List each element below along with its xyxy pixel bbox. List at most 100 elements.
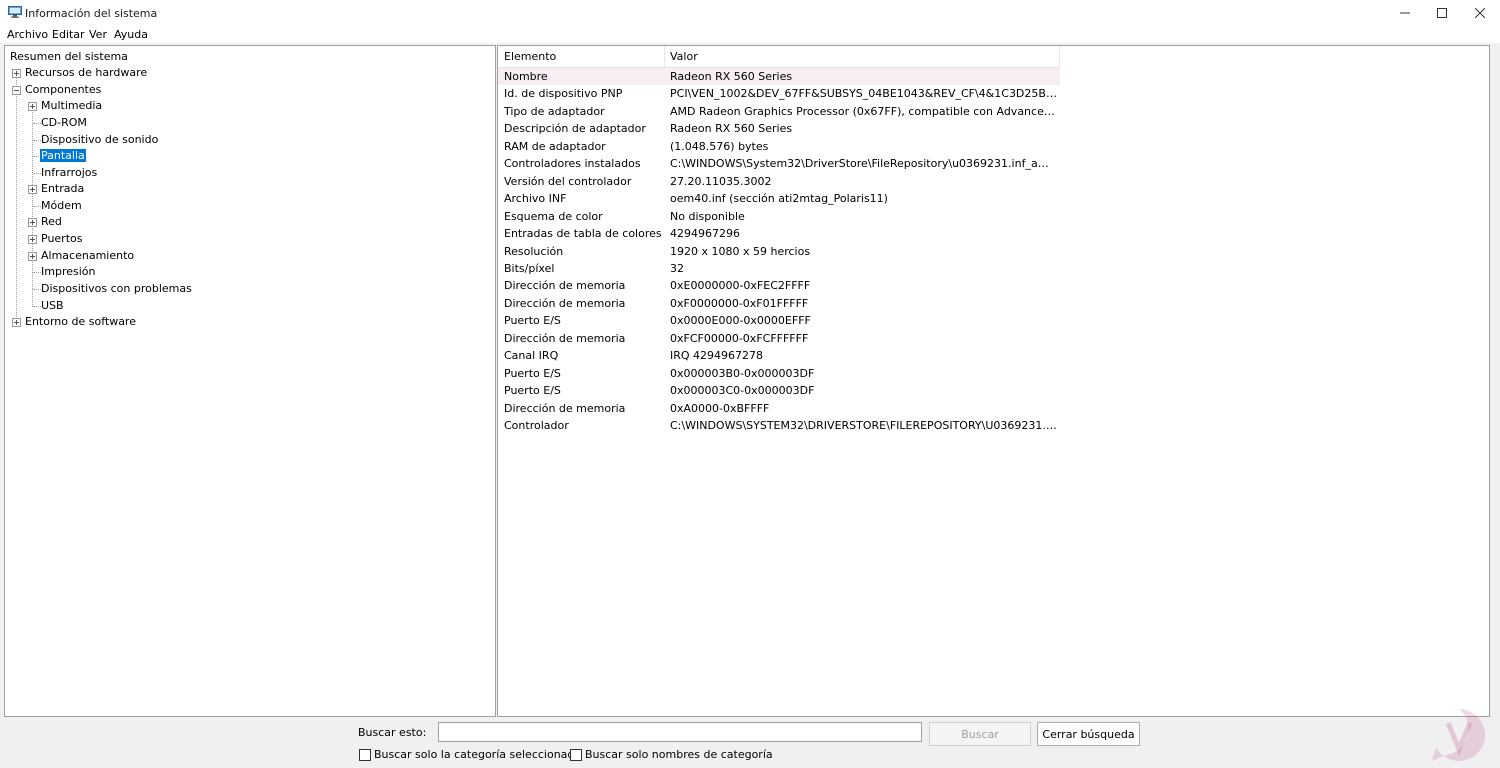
tree-item-modem[interactable]: Módem — [40, 198, 83, 214]
tree-item-usb[interactable]: USB — [40, 298, 65, 314]
tree-root[interactable]: Resumen del sistema — [9, 49, 129, 65]
cell-elemento: Bits/píxel — [504, 261, 555, 275]
tree-label: Dispositivo de sonido — [41, 133, 159, 146]
tree-item-entorno-software[interactable]: Entorno de software — [24, 314, 137, 330]
tree-label: Componentes — [25, 83, 102, 96]
cell-valor: Radeon RX 560 Series — [670, 70, 793, 83]
table-row[interactable]: Bits/píxel 32 — [498, 260, 1060, 277]
column-header-label: Valor — [670, 50, 698, 63]
tree-item-componentes[interactable]: Componentes — [24, 82, 102, 98]
cell-elemento: Id. de dispositivo PNP — [504, 87, 623, 101]
cell-elemento: Dirección de memoria — [504, 331, 626, 345]
cell-elemento: Descripción de adaptador — [504, 122, 646, 136]
close-icon — [1475, 8, 1485, 18]
table-row[interactable]: Tipo de adaptador AMD Radeon Graphics Pro… — [498, 103, 1060, 120]
tree-item-puertos[interactable]: Puertos — [40, 231, 83, 247]
menu-ayuda[interactable]: Ayuda — [114, 28, 148, 41]
table-row[interactable]: Resolución 1920 x 1080 x 59 hercios — [498, 243, 1060, 260]
table-row[interactable]: Canal IRQ IRQ 4294967278 — [498, 347, 1060, 364]
table-row[interactable]: Puerto E/S 0x0000E000-0x0000EFFF — [498, 312, 1060, 329]
tree-item-entrada[interactable]: Entrada — [40, 181, 85, 197]
tree-item-pantalla[interactable]: Pantalla — [40, 148, 86, 164]
close-button[interactable] — [1461, 0, 1499, 26]
table-row[interactable]: Entradas de tabla de colores 4294967296 — [498, 225, 1060, 242]
search-category-checkbox[interactable]: Buscar solo la categoría seleccionada — [359, 748, 581, 761]
menu-ver[interactable]: Ver — [89, 28, 107, 41]
cell-elemento: RAM de adaptador — [504, 139, 606, 153]
tree-item-recursos-hardware[interactable]: Recursos de hardware — [24, 65, 148, 81]
search-input[interactable] — [438, 722, 922, 742]
tree-item-impresion[interactable]: Impresión — [40, 264, 96, 280]
column-header-valor[interactable]: Valor — [665, 46, 1060, 68]
table-row[interactable]: Controlador C:\WINDOWS\SYSTEM32\DRIVERSTO… — [498, 417, 1060, 434]
collapse-minus-icon[interactable] — [12, 86, 21, 95]
table-row[interactable]: Puerto E/S 0x000003C0-0x000003DF — [498, 382, 1060, 399]
table-row[interactable]: Descripción de adaptador Radeon RX 560 Se… — [498, 120, 1060, 137]
search-button[interactable]: Buscar — [929, 722, 1031, 746]
checkbox-label: Buscar solo nombres de categoría — [585, 748, 773, 761]
expand-plus-icon[interactable] — [28, 252, 37, 261]
tree-item-red[interactable]: Red — [40, 214, 63, 230]
tree-item-dispositivo-sonido[interactable]: Dispositivo de sonido — [40, 132, 159, 148]
table-row[interactable]: Dirección de memoria 0xFCF00000-0xFCFFFFF… — [498, 330, 1060, 347]
cell-elemento: Canal IRQ — [504, 349, 559, 363]
cell-valor: 0x000003C0-0x000003DF — [670, 384, 815, 398]
title-bar: Información del sistema — [0, 0, 1500, 26]
tree-label: Impresión — [41, 265, 96, 278]
table-row[interactable]: Archivo INF oem40.inf (sección ati2mtag_P… — [498, 190, 1060, 207]
tree-connector — [16, 77, 17, 323]
tree-item-multimedia[interactable]: Multimedia — [40, 98, 103, 114]
table-row[interactable]: Versión del controlador 27.20.11035.3002 — [498, 173, 1060, 190]
cell-valor: Radeon RX 560 Series — [670, 122, 793, 136]
table-row[interactable]: Esquema de color No disponible — [498, 208, 1060, 225]
expand-plus-icon[interactable] — [28, 185, 37, 194]
table-row[interactable]: Dirección de memoria 0xF0000000-0xF01FFFF… — [498, 295, 1060, 312]
minimize-button[interactable] — [1386, 0, 1424, 26]
cell-elemento: Tipo de adaptador — [504, 104, 605, 118]
tree-label: Recursos de hardware — [25, 66, 148, 79]
tree-label: Dispositivos con problemas — [41, 282, 192, 295]
cell-valor: 0x0000E000-0x0000EFFF — [670, 314, 811, 328]
expand-plus-icon[interactable] — [28, 102, 37, 111]
category-tree[interactable]: Resumen del sistema Recursos de hardware… — [4, 45, 496, 717]
cell-valor: (1.048.576) bytes — [670, 139, 769, 153]
table-row[interactable]: Nombre Radeon RX 560 Series — [498, 68, 1060, 85]
table-row[interactable]: Id. de dispositivo PNP PCI\VEN_1002&DEV_6… — [498, 85, 1060, 102]
cell-valor: 0xFCF00000-0xFCFFFFFF — [670, 331, 809, 345]
tree-item-cd-rom[interactable]: CD-ROM — [40, 115, 88, 131]
expand-plus-icon[interactable] — [28, 218, 37, 227]
maximize-button[interactable] — [1423, 0, 1461, 26]
tree-label: USB — [41, 299, 64, 312]
table-row[interactable]: Dirección de memoria 0xA0000-0xBFFFF — [498, 400, 1060, 417]
table-row[interactable]: Dirección de memoria 0xE0000000-0xFEC2FFF… — [498, 277, 1060, 294]
search-bar: Buscar esto: Buscar Cerrar búsqueda Busc… — [0, 718, 1500, 768]
column-header-elemento[interactable]: Elemento — [498, 46, 665, 68]
table-row[interactable]: RAM de adaptador (1.048.576) bytes — [498, 138, 1060, 155]
checkbox-box[interactable] — [570, 748, 582, 761]
checkbox-label: Buscar solo la categoría seleccionada — [374, 748, 582, 761]
search-label: Buscar esto: — [358, 726, 427, 739]
menu-archivo[interactable]: Archivo — [7, 28, 48, 41]
menu-bar: Archivo Editar Ver Ayuda — [0, 26, 1500, 43]
cell-valor: oem40.inf (sección ati2mtag_Polaris11) — [670, 192, 888, 206]
table-row[interactable]: Controladores instalados C:\WINDOWS\Syste… — [498, 155, 1060, 172]
close-search-button[interactable]: Cerrar búsqueda — [1037, 722, 1140, 746]
cell-elemento: Puerto E/S — [504, 384, 561, 398]
cell-valor: C:\WINDOWS\SYSTEM32\DRIVERSTORE\FILEREPO… — [670, 419, 1058, 432]
tree-item-dispositivos-problemas[interactable]: Dispositivos con problemas — [40, 281, 193, 297]
expand-plus-icon[interactable] — [28, 235, 37, 244]
expand-plus-icon[interactable] — [12, 69, 21, 78]
checkbox-box[interactable] — [359, 748, 371, 761]
tree-label: Red — [41, 215, 62, 228]
menu-editar[interactable]: Editar — [52, 28, 85, 41]
table-row[interactable]: Puerto E/S 0x000003B0-0x000003DF — [498, 365, 1060, 382]
tree-label: Módem — [41, 199, 82, 212]
search-names-checkbox[interactable]: Buscar solo nombres de categoría — [570, 748, 773, 761]
cell-valor: 4294967296 — [670, 227, 740, 241]
tree-item-almacenamiento[interactable]: Almacenamiento — [40, 248, 135, 264]
maximize-icon — [1437, 8, 1447, 18]
tree-item-infrarrojos[interactable]: Infrarrojos — [40, 165, 98, 181]
cell-elemento: Controladores instalados — [504, 157, 641, 171]
expand-plus-icon[interactable] — [12, 318, 21, 327]
cell-elemento: Dirección de memoria — [504, 279, 626, 293]
